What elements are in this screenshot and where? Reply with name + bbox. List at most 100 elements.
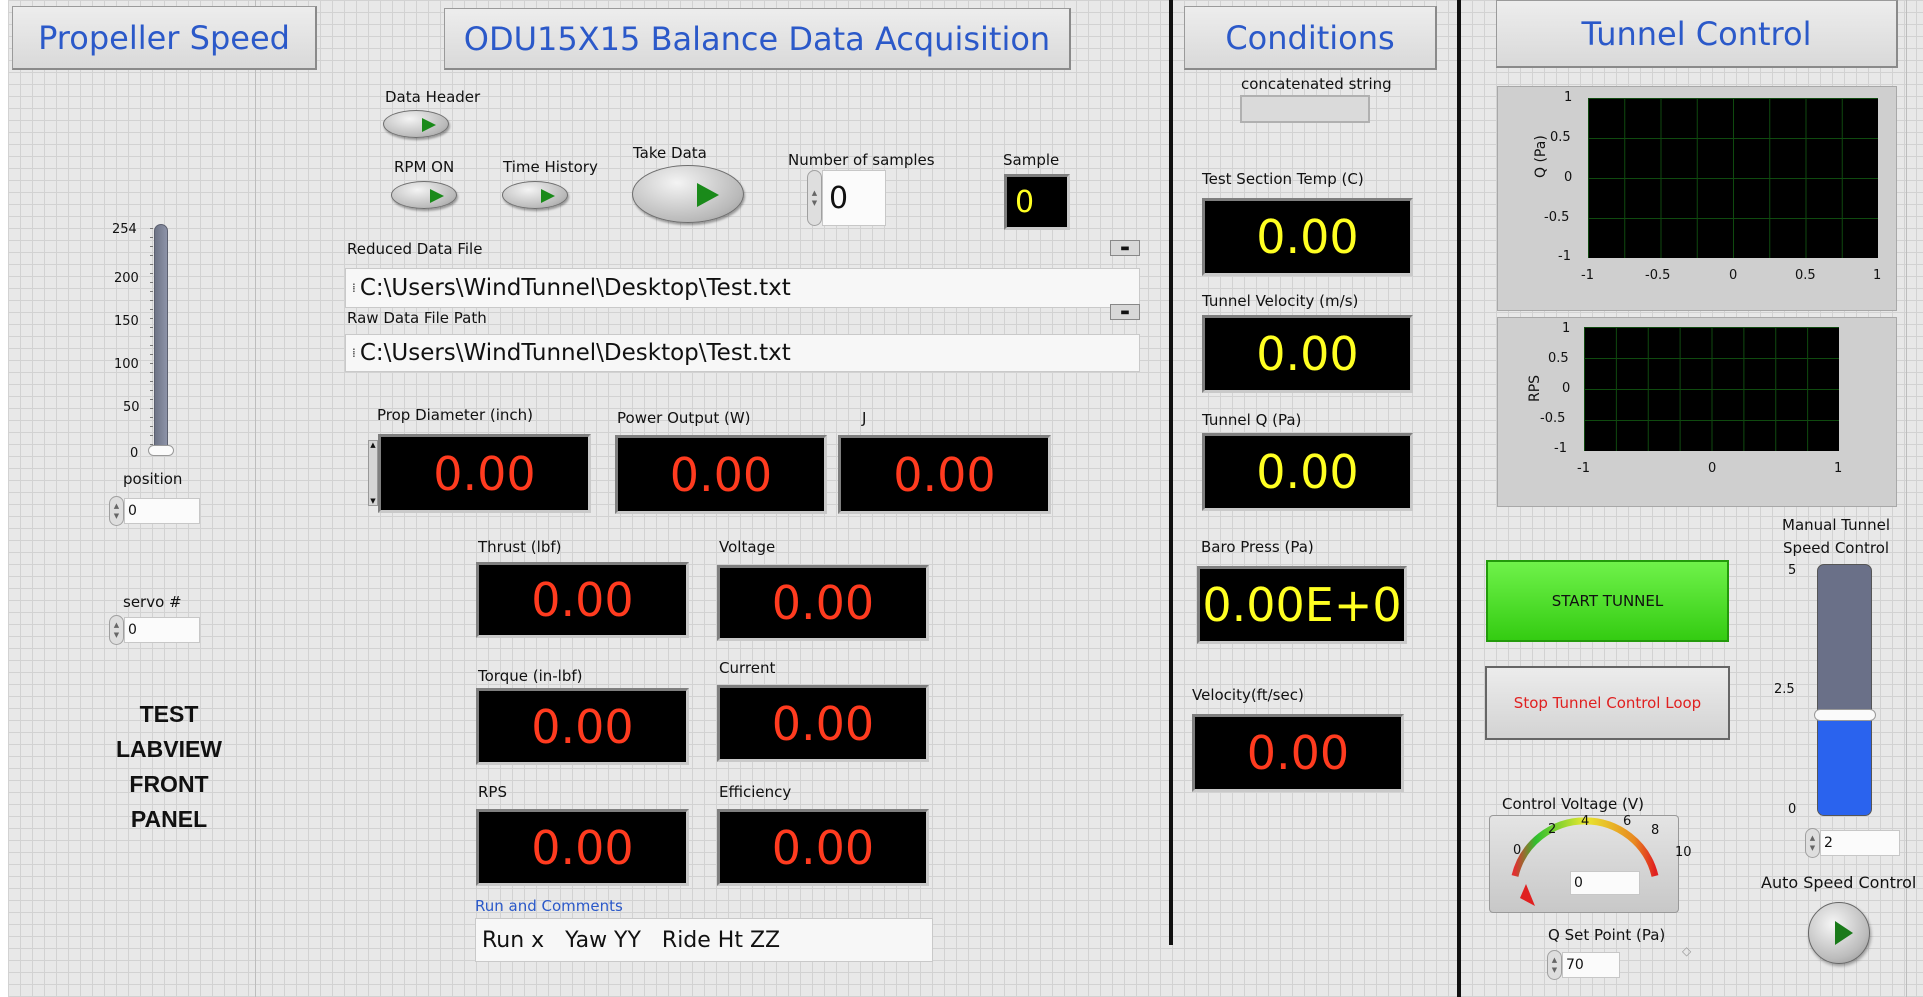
play-icon bbox=[697, 183, 719, 207]
header-conditions: Conditions bbox=[1184, 6, 1437, 70]
rps-label: RPS bbox=[478, 783, 507, 801]
position-label: position bbox=[123, 470, 183, 488]
tunnel-velocity-label: Tunnel Velocity (m/s) bbox=[1202, 292, 1359, 310]
j-display: 0.00 bbox=[838, 435, 1051, 514]
torque-display: 0.00 bbox=[476, 688, 689, 765]
slider-scale bbox=[150, 228, 153, 454]
reduced-file-path[interactable]: ⁞ C:\Users\WindTunnel\Desktop\Test.txt bbox=[345, 268, 1140, 308]
manual-speed-slider[interactable] bbox=[1817, 564, 1872, 816]
rps-display: 0.00 bbox=[476, 809, 689, 886]
thrust-display: 0.00 bbox=[476, 562, 689, 638]
servo-input[interactable]: 0 bbox=[124, 617, 200, 643]
manual-speed-input[interactable]: 2 bbox=[1820, 830, 1900, 856]
time-history-label: Time History bbox=[503, 158, 598, 176]
panel-caption: TEST LABVIEW FRONT PANEL bbox=[92, 697, 246, 837]
slider-track[interactable] bbox=[154, 224, 168, 454]
spin-arrows-icon[interactable]: ▲ ▼ bbox=[1547, 950, 1562, 980]
separator-conditions bbox=[1169, 0, 1173, 945]
prop-diameter-label: Prop Diameter (inch) bbox=[377, 406, 534, 424]
voltage-label: Voltage bbox=[719, 538, 776, 556]
header-title: ODU15X15 Balance Data Acquisition bbox=[444, 8, 1071, 70]
folder-browse-icon[interactable]: ▬ bbox=[1110, 304, 1140, 320]
slider-thumb[interactable] bbox=[148, 445, 174, 456]
rpm-on-button[interactable] bbox=[391, 181, 457, 209]
num-samples-control[interactable]: ▲ ▼ 0 bbox=[807, 170, 886, 226]
folder-browse-icon[interactable]: ▬ bbox=[1110, 240, 1140, 256]
q-graph-xtick: 0.5 bbox=[1795, 268, 1816, 283]
manual-tick: 0 bbox=[1788, 802, 1797, 817]
data-header-label: Data Header bbox=[385, 88, 481, 106]
prop-diameter-spin[interactable]: ▲ ▼ bbox=[368, 440, 378, 506]
rpm-on-label: RPM ON bbox=[394, 158, 455, 176]
sample-label: Sample bbox=[1003, 151, 1060, 169]
slider-tick: 200 bbox=[114, 271, 139, 286]
spin-arrows-icon[interactable]: ▲ ▼ bbox=[109, 496, 124, 526]
comments-input[interactable]: Run x Yaw YY Ride Ht ZZ bbox=[475, 918, 933, 962]
spin-arrows-icon[interactable]: ▲ ▼ bbox=[807, 170, 822, 226]
thrust-label: Thrust (lbf) bbox=[478, 538, 562, 556]
manual-speed-thumb[interactable] bbox=[1814, 709, 1876, 721]
header-propeller-speed: Propeller Speed bbox=[12, 6, 317, 70]
q-graph-xtick: 1 bbox=[1873, 268, 1882, 283]
q-graph-xtick: -0.5 bbox=[1645, 268, 1671, 283]
position-input[interactable]: 0 bbox=[124, 498, 200, 524]
velocity-fts-display: 0.00 bbox=[1192, 714, 1404, 792]
q-graph-ylabel: Q (Pa) bbox=[1533, 135, 1549, 178]
spin-arrows-icon[interactable]: ▲ ▼ bbox=[109, 615, 124, 645]
tunnel-velocity-display: 0.00 bbox=[1202, 315, 1413, 393]
efficiency-label: Efficiency bbox=[719, 783, 792, 801]
q-graph-ytick: -0.5 bbox=[1544, 210, 1570, 225]
play-icon bbox=[541, 189, 555, 203]
header-tunnel-control: Tunnel Control bbox=[1496, 0, 1898, 68]
slider-tick: 50 bbox=[123, 400, 140, 415]
play-icon bbox=[1835, 921, 1853, 945]
auto-speed-label: Auto Speed Control bbox=[1761, 873, 1917, 892]
raw-file-path[interactable]: ⁞ C:\Users\WindTunnel\Desktop\Test.txt bbox=[345, 334, 1140, 372]
efficiency-display: 0.00 bbox=[717, 809, 929, 886]
slider-tick: 0 bbox=[130, 446, 139, 461]
spin-arrows-icon[interactable]: ▲ ▼ bbox=[1805, 828, 1820, 858]
baro-press-label: Baro Press (Pa) bbox=[1201, 538, 1314, 556]
position-control[interactable]: ▲ ▼ 0 bbox=[109, 496, 200, 526]
time-history-button[interactable] bbox=[502, 181, 568, 209]
manual-speed-label: Manual Tunnel Speed Control bbox=[1782, 516, 1890, 557]
prop-diameter-display[interactable]: 0.00 bbox=[378, 434, 591, 513]
torque-label: Torque (in-lbf) bbox=[478, 667, 583, 685]
manual-speed-label-2: Speed Control bbox=[1783, 539, 1890, 557]
rps-graph-ylabel: RPS bbox=[1527, 374, 1543, 402]
panel-caption-line2: FRONT PANEL bbox=[129, 771, 209, 832]
rps-graph-ytick: -0.5 bbox=[1540, 411, 1566, 426]
voltage-display: 0.00 bbox=[717, 565, 929, 641]
gauge-tick: 0 bbox=[1513, 843, 1522, 858]
q-set-input[interactable]: 70 bbox=[1562, 952, 1620, 978]
separator-left bbox=[255, 0, 256, 997]
concat-display bbox=[1240, 95, 1370, 123]
auto-speed-button[interactable] bbox=[1808, 902, 1870, 964]
rps-graph-ytick: -1 bbox=[1554, 441, 1567, 456]
gauge-tick: 2 bbox=[1548, 822, 1557, 837]
sample-display: 0 bbox=[1004, 174, 1070, 230]
data-header-button[interactable] bbox=[383, 110, 449, 138]
path-icon: ⁞ bbox=[352, 281, 356, 295]
manual-speed-control[interactable]: ▲ ▼ 2 bbox=[1805, 828, 1900, 858]
q-set-control[interactable]: ▲ ▼ 70 bbox=[1547, 950, 1620, 980]
q-graph-ytick: 0 bbox=[1564, 170, 1573, 185]
take-data-button[interactable] bbox=[632, 165, 744, 223]
reduced-file-label: Reduced Data File bbox=[347, 240, 483, 258]
gauge-tick: 10 bbox=[1675, 845, 1692, 860]
panel-caption-line1: TEST LABVIEW bbox=[115, 701, 223, 762]
concat-label: concatenated string bbox=[1241, 75, 1392, 93]
j-label: J bbox=[862, 409, 867, 427]
manual-speed-label-1: Manual Tunnel bbox=[1782, 516, 1891, 534]
stop-tunnel-button[interactable]: Stop Tunnel Control Loop bbox=[1485, 666, 1730, 740]
q-graph-ytick: 1 bbox=[1564, 90, 1573, 105]
rps-graph-ytick: 1 bbox=[1562, 321, 1571, 336]
play-icon bbox=[422, 118, 436, 132]
rps-graph-ytick: 0.5 bbox=[1548, 351, 1569, 366]
servo-control[interactable]: ▲ ▼ 0 bbox=[109, 615, 200, 645]
take-data-label: Take Data bbox=[633, 144, 707, 162]
reduced-file-path-value: C:\Users\WindTunnel\Desktop\Test.txt bbox=[359, 275, 791, 301]
manual-tick: 5 bbox=[1788, 563, 1797, 578]
start-tunnel-button[interactable]: START TUNNEL bbox=[1486, 560, 1729, 642]
num-samples-input[interactable]: 0 bbox=[822, 170, 886, 226]
